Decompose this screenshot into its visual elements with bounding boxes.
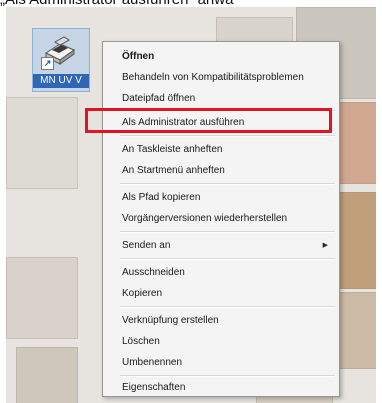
wallpaper-block — [6, 257, 78, 339]
menu-item-senden-an[interactable]: Senden an ▶ — [105, 235, 337, 256]
menu-item-loeschen[interactable]: Löschen — [105, 331, 337, 352]
menu-item-als-pfad-kopieren[interactable]: Als Pfad kopieren — [105, 187, 337, 208]
menu-item-kopieren[interactable]: Kopieren — [105, 283, 337, 304]
desktop-icon-label: MN UV V — [33, 74, 89, 88]
menu-item-oeffnen[interactable]: Öffnen — [105, 46, 337, 67]
menu-separator — [120, 306, 335, 308]
menu-separator — [120, 183, 335, 185]
desktop-shortcut-mn-uv[interactable]: ↗ MN UV V — [32, 28, 90, 92]
shortcut-arrow-icon: ↗ — [41, 57, 54, 70]
screenshot: „Als Administrator ausführen“ anwä ↗ MN … — [0, 0, 382, 403]
context-menu: Öffnen Behandeln von Kompatibilitätsprob… — [102, 41, 340, 397]
menu-item-startmenue-anheften[interactable]: An Startmenü anheften — [105, 160, 337, 181]
menu-item-kompatibilitaet[interactable]: Behandeln von Kompatibilitätsproblemen — [105, 67, 337, 88]
wallpaper-block — [16, 347, 78, 403]
menu-separator — [120, 135, 335, 137]
menu-item-vorgaengerversionen[interactable]: Vorgängerversionen wiederherstellen — [105, 208, 337, 229]
menu-item-eigenschaften[interactable]: Eigenschaften — [105, 377, 337, 396]
menu-item-verknuepfung-erstellen[interactable]: Verknüpfung erstellen — [105, 310, 337, 331]
chevron-right-icon: ▶ — [322, 242, 328, 249]
menu-separator — [120, 231, 335, 233]
menu-separator — [120, 258, 335, 260]
menu-item-umbenennen[interactable]: Umbenennen — [105, 352, 337, 373]
menu-item-ausschneiden[interactable]: Ausschneiden — [105, 262, 337, 283]
menu-item-label: Senden an — [122, 240, 171, 251]
menu-item-als-administrator[interactable]: Als Administrator ausführen — [105, 112, 337, 133]
menu-item-taskleiste-anheften[interactable]: An Taskleiste anheften — [105, 139, 337, 160]
desktop: ↗ MN UV V Öffnen Behandeln von Kompatibi… — [6, 7, 376, 403]
wallpaper-block — [6, 97, 78, 189]
menu-item-dateipfad-oeffnen[interactable]: Dateipfad öffnen — [105, 88, 337, 109]
